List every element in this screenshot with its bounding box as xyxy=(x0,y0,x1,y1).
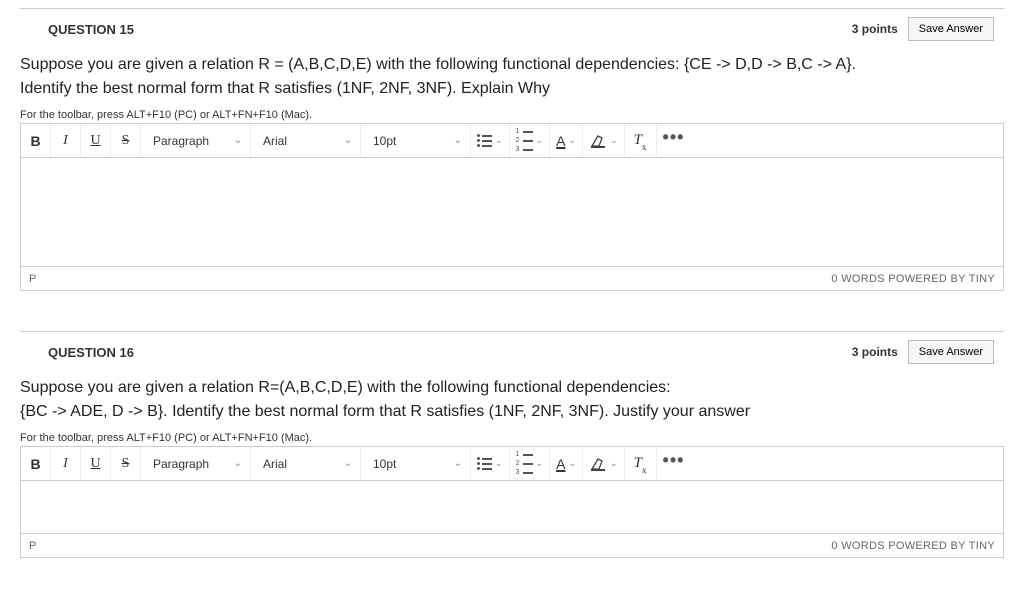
editor-statusbar: P 0 WORDS POWERED BY TINY xyxy=(21,533,1003,557)
chevron-down-icon: ⌄ xyxy=(454,458,462,469)
chevron-down-icon: ⌄ xyxy=(454,135,462,146)
font-size-select[interactable]: 10pt ⌄ xyxy=(361,124,471,157)
clear-formatting-button[interactable]: Tx xyxy=(625,124,657,157)
editor-content-area[interactable] xyxy=(21,158,1003,266)
text-color-button[interactable]: A ⌄ xyxy=(550,447,583,480)
question-number: QUESTION 16 xyxy=(48,345,134,360)
chevron-down-icon: ⌄ xyxy=(234,135,242,146)
question-header: QUESTION 16 3 points Save Answer xyxy=(20,340,1004,364)
chevron-down-icon: ⌄ xyxy=(568,458,576,469)
editor-statusbar: P 0 WORDS POWERED BY TINY xyxy=(21,266,1003,290)
rich-text-editor: B I U S Paragraph ⌄ Arial ⌄ 10pt ⌄ xyxy=(20,446,1004,558)
editor-content-area[interactable] xyxy=(21,481,1003,533)
underline-button[interactable]: U xyxy=(81,447,111,480)
save-answer-button[interactable]: Save Answer xyxy=(908,17,994,41)
chevron-down-icon: ⌄ xyxy=(536,458,544,469)
bullet-list-icon xyxy=(477,457,492,470)
font-family-label: Arial xyxy=(263,457,287,471)
chevron-down-icon: ⌄ xyxy=(344,135,352,146)
strikethrough-button[interactable]: S xyxy=(111,124,141,157)
more-icon: ••• xyxy=(663,450,685,471)
editor-toolbar: B I U S Paragraph ⌄ Arial ⌄ 10pt ⌄ xyxy=(21,124,1003,158)
font-family-select[interactable]: Arial ⌄ xyxy=(251,124,361,157)
numbered-list-icon: 1 2 3 xyxy=(516,451,533,476)
background-color-button[interactable]: ⌄ xyxy=(583,447,625,480)
font-size-label: 10pt xyxy=(373,134,396,148)
points-text: 3 points xyxy=(852,22,898,36)
text-color-icon: A xyxy=(556,456,565,472)
question-16: QUESTION 16 3 points Save Answer Suppose… xyxy=(20,331,1004,558)
highlight-icon xyxy=(589,134,607,148)
more-icon: ••• xyxy=(663,127,685,148)
block-format-label: Paragraph xyxy=(153,457,209,471)
question-number: QUESTION 15 xyxy=(48,22,134,37)
chevron-down-icon: ⌄ xyxy=(610,458,618,469)
italic-button[interactable]: I xyxy=(51,124,81,157)
text-color-button[interactable]: A ⌄ xyxy=(550,124,583,157)
block-format-select[interactable]: Paragraph ⌄ xyxy=(141,447,251,480)
points-area: 3 points Save Answer xyxy=(852,17,994,41)
chevron-down-icon: ⌄ xyxy=(495,458,503,469)
rich-text-editor: B I U S Paragraph ⌄ Arial ⌄ 10pt ⌄ xyxy=(20,123,1004,291)
bullet-list-button[interactable]: ⌄ xyxy=(471,124,510,157)
points-text: 3 points xyxy=(852,345,898,359)
toolbar-hint: For the toolbar, press ALT+F10 (PC) or A… xyxy=(20,432,1004,444)
font-size-select[interactable]: 10pt ⌄ xyxy=(361,447,471,480)
more-button[interactable]: ••• xyxy=(657,124,691,157)
chevron-down-icon: ⌄ xyxy=(568,135,576,146)
question-prompt: Suppose you are given a relation R = (A,… xyxy=(20,53,1004,101)
highlight-icon xyxy=(589,457,607,471)
save-answer-button[interactable]: Save Answer xyxy=(908,340,994,364)
editor-toolbar: B I U S Paragraph ⌄ Arial ⌄ 10pt ⌄ xyxy=(21,447,1003,481)
chevron-down-icon: ⌄ xyxy=(234,458,242,469)
points-area: 3 points Save Answer xyxy=(852,340,994,364)
underline-button[interactable]: U xyxy=(81,124,111,157)
block-format-select[interactable]: Paragraph ⌄ xyxy=(141,124,251,157)
numbered-list-button[interactable]: 1 2 3 ⌄ xyxy=(510,124,551,157)
question-prompt: Suppose you are given a relation R=(A,B,… xyxy=(20,376,1004,424)
chevron-down-icon: ⌄ xyxy=(536,135,544,146)
question-header: QUESTION 15 3 points Save Answer xyxy=(20,17,1004,41)
chevron-down-icon: ⌄ xyxy=(344,458,352,469)
clear-formatting-icon: Tx xyxy=(634,455,647,473)
background-color-button[interactable]: ⌄ xyxy=(583,124,625,157)
chevron-down-icon: ⌄ xyxy=(610,135,618,146)
element-path: P xyxy=(29,540,36,552)
element-path: P xyxy=(29,273,36,285)
bullet-list-icon xyxy=(477,134,492,147)
clear-formatting-icon: Tx xyxy=(634,132,647,150)
numbered-list-button[interactable]: 1 2 3 ⌄ xyxy=(510,447,551,480)
bullet-list-button[interactable]: ⌄ xyxy=(471,447,510,480)
word-count: 0 WORDS POWERED BY TINY xyxy=(831,273,995,285)
question-15: QUESTION 15 3 points Save Answer Suppose… xyxy=(20,8,1004,291)
word-count: 0 WORDS POWERED BY TINY xyxy=(831,540,995,552)
font-family-select[interactable]: Arial ⌄ xyxy=(251,447,361,480)
clear-formatting-button[interactable]: Tx xyxy=(625,447,657,480)
toolbar-hint: For the toolbar, press ALT+F10 (PC) or A… xyxy=(20,109,1004,121)
numbered-list-icon: 1 2 3 xyxy=(516,128,533,153)
bold-button[interactable]: B xyxy=(21,124,51,157)
bold-button[interactable]: B xyxy=(21,447,51,480)
chevron-down-icon: ⌄ xyxy=(495,135,503,146)
text-color-icon: A xyxy=(556,133,565,149)
italic-button[interactable]: I xyxy=(51,447,81,480)
block-format-label: Paragraph xyxy=(153,134,209,148)
font-family-label: Arial xyxy=(263,134,287,148)
strikethrough-button[interactable]: S xyxy=(111,447,141,480)
more-button[interactable]: ••• xyxy=(657,447,691,480)
font-size-label: 10pt xyxy=(373,457,396,471)
